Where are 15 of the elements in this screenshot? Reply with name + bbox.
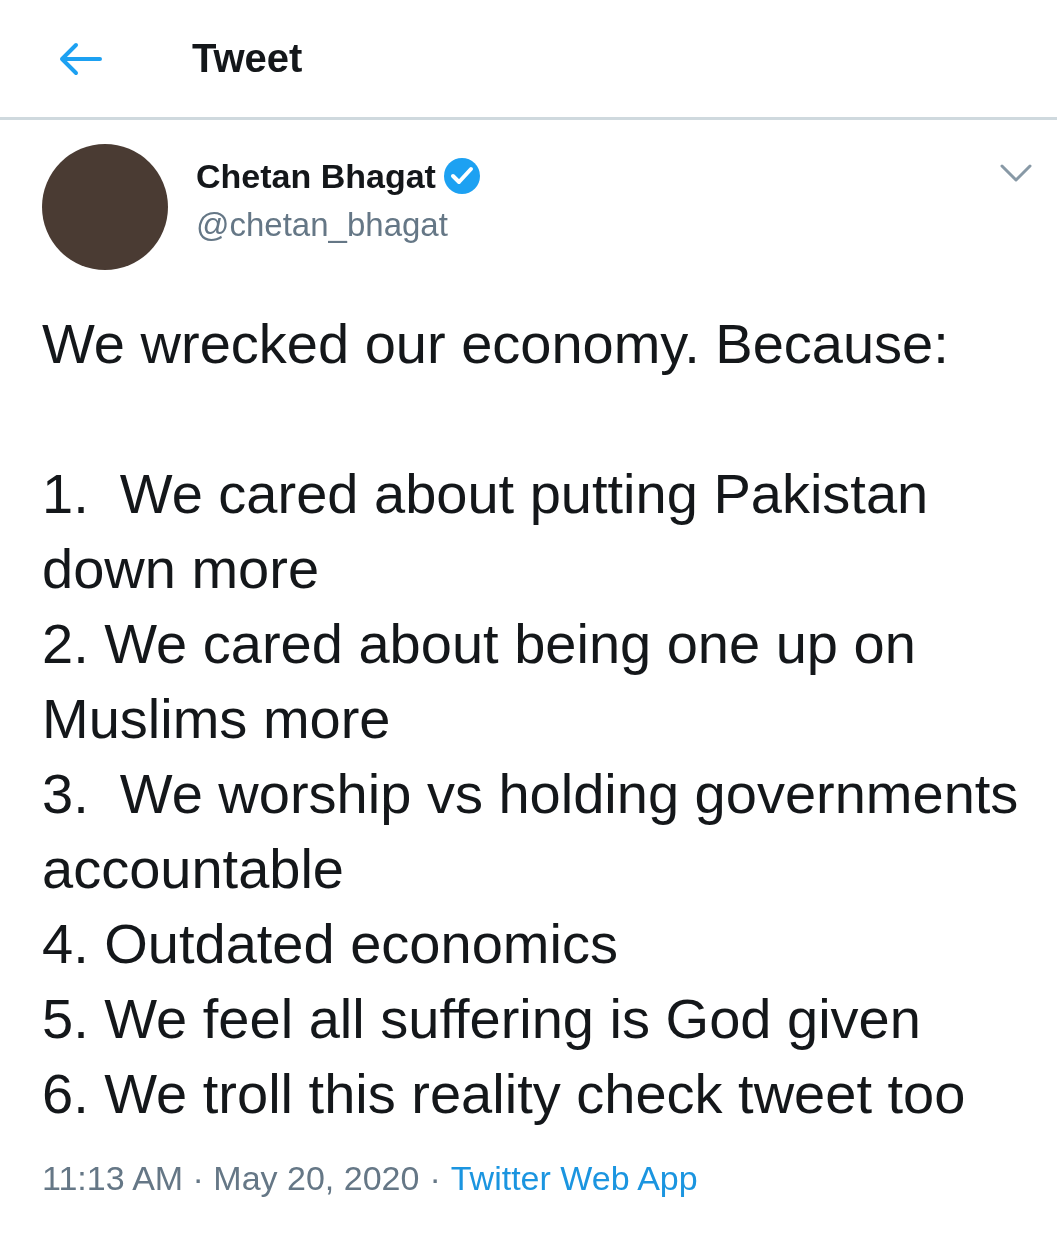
tweet-list-item: 4. Outdated economics: [42, 911, 619, 977]
tweet-list-item: 2. We cared about being one up on Muslims more: [42, 611, 917, 752]
back-arrow-icon[interactable]: [58, 40, 102, 77]
author-handle[interactable]: @chetan_bhagat: [196, 206, 999, 244]
tweet-list-item: 1. We cared about putting Pakistan down more: [42, 461, 930, 602]
tweet-list-item: 3. We worship vs holding governments accountable: [42, 761, 1020, 902]
tweet-timestamp[interactable]: 11:13 AM · May 20, 2020: [42, 1159, 420, 1198]
chevron-down-icon[interactable]: [999, 162, 1033, 184]
author-name[interactable]: Chetan Bhagat: [196, 156, 436, 196]
tweet-text: We wrecked our economy. Because:: [42, 311, 950, 377]
tweet-list-item: 6. We troll this reality check tweet too: [42, 1061, 967, 1127]
separator-dot: ·: [429, 1159, 441, 1198]
source-link[interactable]: Twitter Web App: [450, 1159, 698, 1198]
page-title: Tweet: [192, 36, 303, 81]
tweet-list-item: 5. We feel all suffering is God given: [42, 986, 922, 1052]
